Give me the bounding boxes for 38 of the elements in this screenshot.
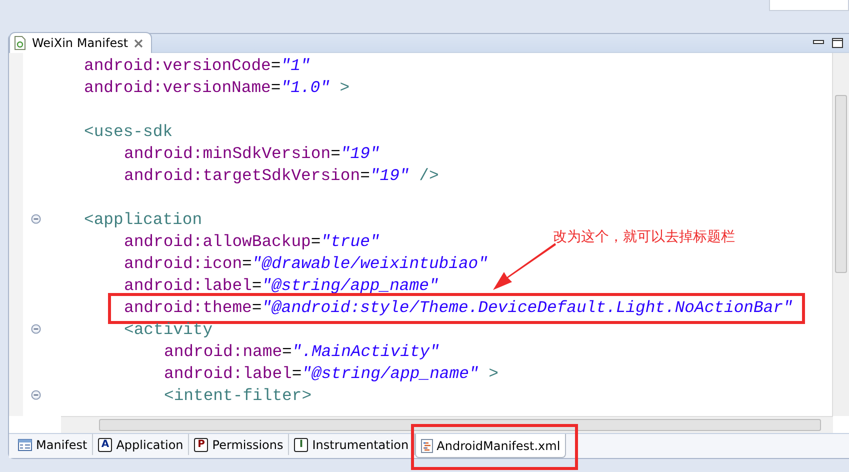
code-line: android:minSdkVersion="19" [124, 142, 380, 164]
collapse-icon[interactable] [31, 390, 41, 400]
code-line: android:versionName="1.0" > [84, 76, 350, 98]
code-line: <activity [124, 318, 213, 340]
code-line: <application [84, 208, 202, 230]
vertical-scrollbar[interactable] [832, 53, 849, 416]
horizontal-scrollbar[interactable] [61, 416, 833, 433]
collapse-icon[interactable] [31, 214, 41, 224]
annotation-note: 改为这个，就可以去掉标题栏 [553, 228, 735, 246]
close-icon[interactable] [134, 38, 144, 48]
code-line: android:label="@string/app_name" [124, 274, 439, 296]
code-line: <uses-sdk [84, 120, 173, 142]
page-tab[interactable]: AndroidManifest.xml [414, 434, 566, 458]
page-tab[interactable]: P Permissions [189, 434, 290, 455]
code-line: android:versionCode="1" [84, 54, 310, 76]
letter-icon: A [98, 438, 112, 452]
form-icon [18, 438, 32, 450]
letter-icon: P [194, 438, 208, 452]
page-tab[interactable]: Manifest [13, 434, 94, 455]
code-line: android:name=".MainActivity" [164, 340, 440, 362]
code-line: android:allowBackup="true" [124, 230, 380, 252]
file-icon [14, 36, 26, 50]
code-line: <intent-filter> [164, 384, 312, 406]
page-tab[interactable]: A Application [93, 434, 190, 455]
editor-tab[interactable]: WeiXin Manifest [9, 32, 152, 53]
code-line: android:label="@string/app_name" > [164, 362, 498, 384]
scroll-thumb[interactable] [99, 419, 821, 431]
page-tab[interactable]: I Instrumentation [289, 434, 415, 455]
code-line: android:theme="@android:style/Theme.DeviceDefault.Light.NoActionBar" [124, 296, 793, 318]
letter-icon: I [294, 438, 308, 452]
maximize-icon[interactable] [832, 38, 843, 48]
collapse-icon[interactable] [31, 324, 41, 334]
quick-access-field[interactable] [769, 0, 849, 11]
code-line: android:icon="@drawable/weixintubiao" [124, 252, 488, 274]
scroll-thumb[interactable] [835, 95, 847, 273]
document-icon [420, 438, 433, 452]
tab-title: WeiXin Manifest [32, 36, 128, 50]
code-line: android:targetSdkVersion="19" /> [124, 164, 439, 186]
